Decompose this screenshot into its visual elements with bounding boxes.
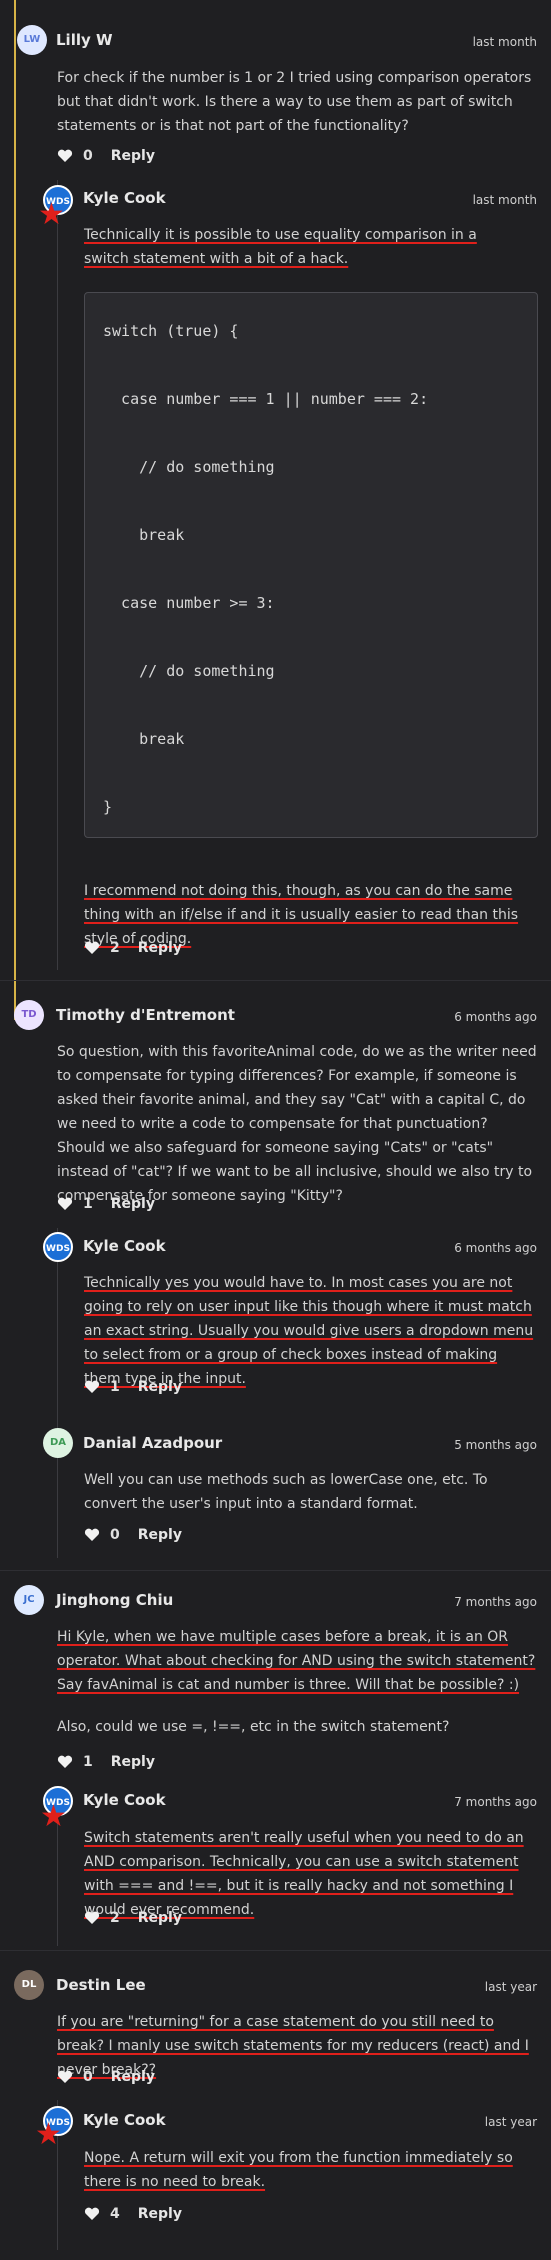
author-name[interactable]: Destin Lee — [56, 1973, 146, 1997]
reply-button[interactable]: Reply — [111, 1192, 155, 1216]
reply-thread-line — [57, 180, 58, 970]
heart-icon[interactable] — [84, 1528, 100, 1542]
code-line: switch (true) { — [103, 322, 239, 340]
author-name[interactable]: Kyle Cook — [83, 2108, 166, 2132]
code-line: break — [103, 730, 185, 748]
heart-icon[interactable] — [84, 1911, 100, 1925]
timestamp: last year — [484, 2115, 537, 2129]
avatar: DA — [43, 1428, 73, 1458]
reply-button[interactable]: Reply — [138, 1523, 182, 1547]
code-block: switch (true) { case number === 1 || num… — [84, 292, 538, 838]
like-count: 0 — [83, 148, 93, 164]
timestamp: 5 months ago — [454, 1438, 537, 1452]
like-count: 2 — [110, 940, 120, 956]
comment-text: Technically it is possible to use equali… — [84, 227, 477, 267]
comment-text-2: Also, could we use =, !==, etc in the sw… — [57, 1719, 450, 1735]
comment-actions: 1 Reply — [57, 1750, 155, 1774]
like-count: 1 — [83, 1196, 93, 1212]
author-name[interactable]: Jinghong Chiu — [56, 1588, 173, 1612]
comment-text: Nope. A return will exit you from the fu… — [84, 2150, 513, 2190]
timestamp: last month — [472, 35, 537, 49]
code-line: case number >= 3: — [103, 594, 275, 612]
comment-actions: 0 Reply — [57, 2065, 155, 2089]
timestamp: last year — [484, 1980, 537, 1994]
timestamp: 7 months ago — [454, 1595, 537, 1609]
author-name[interactable]: Kyle Cook — [83, 1234, 166, 1258]
author-name[interactable]: Lilly W — [56, 28, 113, 52]
comment-text: Hi Kyle, when we have multiple cases bef… — [57, 1629, 536, 1693]
divider — [0, 1950, 551, 1951]
avatar: JC — [14, 1585, 44, 1615]
annotation-star-icon: ★ — [35, 2117, 62, 2152]
like-count: 1 — [83, 1754, 93, 1770]
thread-accent-bar — [14, 0, 16, 1020]
reply-button[interactable]: Reply — [138, 936, 182, 960]
comment-actions: 1 Reply — [84, 1375, 182, 1399]
timestamp: last month — [472, 193, 537, 207]
code-line: } — [103, 798, 113, 816]
comment-text: For check if the number is 1 or 2 I trie… — [57, 70, 532, 134]
reply-thread-line — [57, 1228, 58, 1558]
code-line: // do something — [103, 662, 275, 680]
avatar: TD — [14, 1000, 44, 1030]
heart-icon[interactable] — [57, 1755, 73, 1769]
wds-logo-icon: WDS — [43, 1232, 73, 1262]
heart-icon[interactable] — [57, 1197, 73, 1211]
comment-actions: 1 Reply — [57, 1192, 155, 1216]
annotation-star-icon: ★ — [40, 1799, 67, 1834]
comment-text: So question, with this favoriteAnimal co… — [57, 1044, 537, 1204]
reply-button[interactable]: Reply — [111, 2065, 155, 2089]
heart-icon[interactable] — [84, 941, 100, 955]
code-line: break — [103, 526, 185, 544]
code-line: // do something — [103, 458, 275, 476]
like-count: 0 — [83, 2069, 93, 2085]
author-name[interactable]: Kyle Cook — [83, 1788, 166, 1812]
heart-icon[interactable] — [57, 2070, 73, 2084]
comment-actions: 2 Reply — [84, 1906, 182, 1930]
comment-actions: 2 Reply — [84, 936, 182, 960]
like-count: 4 — [110, 2206, 120, 2222]
comment-text: Well you can use methods such as lowerCa… — [84, 1472, 488, 1512]
avatar: LW — [17, 25, 47, 55]
author-name[interactable]: Timothy d'Entremont — [56, 1003, 235, 1027]
reply-button[interactable]: Reply — [138, 1906, 182, 1930]
comment-text: Technically yes you would have to. In mo… — [84, 1275, 534, 1387]
timestamp: 6 months ago — [454, 1241, 537, 1255]
author-name[interactable]: Danial Azadpour — [83, 1431, 222, 1455]
heart-icon[interactable] — [57, 149, 73, 163]
reply-button[interactable]: Reply — [111, 1750, 155, 1774]
avatar: DL — [14, 1970, 44, 2000]
heart-icon[interactable] — [84, 1380, 100, 1394]
reply-button[interactable]: Reply — [138, 1375, 182, 1399]
annotation-star-icon: ★ — [38, 197, 65, 232]
reply-button[interactable]: Reply — [111, 144, 155, 168]
like-count: 2 — [110, 1910, 120, 1926]
author-name[interactable]: Kyle Cook — [83, 186, 166, 210]
comment-actions: 4 Reply — [84, 2202, 182, 2226]
reply-button[interactable]: Reply — [138, 2202, 182, 2226]
timestamp: 7 months ago — [454, 1795, 537, 1809]
like-count: 0 — [110, 1527, 120, 1543]
comment-actions: 0 Reply — [57, 144, 155, 168]
code-line: case number === 1 || number === 2: — [103, 390, 429, 408]
divider — [0, 980, 551, 981]
heart-icon[interactable] — [84, 2207, 100, 2221]
timestamp: 6 months ago — [454, 1010, 537, 1024]
comment-actions: 0 Reply — [84, 1523, 182, 1547]
like-count: 1 — [110, 1379, 120, 1395]
divider — [0, 1570, 551, 1571]
